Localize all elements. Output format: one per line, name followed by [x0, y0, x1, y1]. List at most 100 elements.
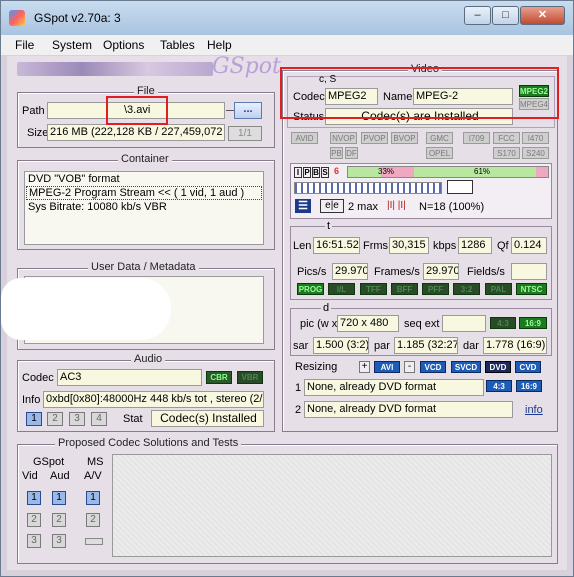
page-indicator[interactable]: 1/1	[228, 126, 262, 141]
vid-solution-2-button[interactable]: 2	[27, 513, 41, 527]
resize-ar-4-3-button[interactable]: 4:3	[486, 380, 512, 392]
fields-field	[511, 263, 547, 280]
container-group-label: Container	[118, 153, 172, 165]
container-line: DVD "VOB" format	[28, 173, 120, 185]
aud-label: Aud	[50, 470, 70, 482]
ar-16-9-indicator: 16:9	[519, 317, 547, 329]
fcc-flag: FCC	[493, 132, 520, 144]
pic-field: 720 x 480	[337, 315, 399, 332]
len-label: Len	[293, 240, 312, 252]
minimize-button[interactable]: –	[464, 6, 491, 25]
menu-system[interactable]: System	[52, 38, 92, 52]
video-highlight-box	[280, 67, 559, 119]
ms-solution-1-button[interactable]: 1	[86, 491, 100, 505]
path-label: Path	[22, 105, 45, 117]
main-panel: GSpot File Path \3.avi ... Size 216 MB (…	[1, 54, 567, 570]
av-label: A/V	[84, 470, 102, 482]
pal-indicator: PAL	[485, 283, 512, 295]
resize-vcd-button[interactable]: VCD	[420, 361, 446, 373]
tff-indicator: TFF	[360, 283, 387, 295]
audio-info-field: 0xbd[0x80]:48000Hz 448 kb/s tot , stereo…	[43, 391, 264, 408]
seq-ext-label: seq ext	[404, 318, 440, 330]
qf-field: 0.124	[511, 237, 547, 254]
e-label-2: e	[333, 200, 339, 211]
resize-1-label: 1	[295, 382, 302, 394]
resize-2-label: 2	[295, 404, 302, 416]
close-button[interactable]: ✕	[520, 6, 565, 25]
pb-flag: PB	[330, 147, 343, 159]
kbps-field: 1286	[458, 237, 492, 254]
ms-solution-2-button[interactable]: 2	[86, 513, 100, 527]
s240-flag: S240	[522, 147, 549, 159]
banner-strip	[17, 62, 213, 76]
resize-svcd-button[interactable]: SVCD	[451, 361, 481, 373]
vid-solution-1-button[interactable]: 1	[27, 491, 41, 505]
sar-label: sar	[293, 340, 309, 352]
pics-label: Pics/s	[297, 266, 327, 278]
audio-stream-2-button[interactable]: 2	[47, 412, 63, 426]
resize-minus-button[interactable]: -	[404, 361, 415, 373]
vid-solution-3-button[interactable]: 3	[27, 534, 41, 548]
solutions-output-box	[112, 454, 552, 557]
frame-type-s: S	[321, 167, 329, 178]
t-label: t	[325, 220, 333, 232]
app-icon	[9, 10, 25, 26]
qf-label: Qf	[497, 240, 509, 252]
audio-stream-4-button[interactable]: 4	[91, 412, 107, 426]
fields-label: Fields/s	[467, 266, 505, 278]
resize-plus-button[interactable]: +	[359, 361, 370, 373]
userdata-group-label: User Data / Metadata	[88, 261, 199, 273]
title-bar[interactable]: GSpot v2.70a: 3 – □ ✕	[1, 1, 573, 35]
nvop-flag: NVOP	[330, 132, 357, 144]
i470-flag: I470	[522, 132, 549, 144]
menu-options[interactable]: Options	[103, 38, 144, 52]
gop-max-label: 2 max	[348, 201, 378, 213]
gspot-label: GSpot	[33, 456, 65, 468]
info-link[interactable]: info	[525, 404, 543, 416]
resize-dvd-button[interactable]: DVD	[485, 361, 511, 373]
resize-2-field: None, already DVD format	[304, 401, 513, 418]
i-indicators: |I| |I|	[387, 200, 406, 211]
aud-solution-2-button[interactable]: 2	[52, 513, 66, 527]
dar-field: 1.778 (16:9)	[483, 337, 547, 354]
len-field: 16:51.52	[313, 237, 360, 254]
s170-flag: S170	[493, 147, 520, 159]
audio-stream-3-button[interactable]: 3	[69, 412, 85, 426]
ms-solution-extra-button[interactable]	[85, 538, 103, 545]
resize-cvd-button[interactable]: CVD	[515, 361, 541, 373]
seq-ext-field	[442, 315, 486, 332]
aud-solution-3-button[interactable]: 3	[52, 534, 66, 548]
gop-structure-icon	[447, 180, 473, 194]
i-label-1: I	[389, 200, 393, 211]
cbr-indicator: CBR	[206, 371, 232, 384]
container-line: Sys Bitrate: 10080 kb/s VBR	[28, 201, 167, 213]
pics-field: 29.970	[332, 263, 368, 280]
menu-tables[interactable]: Tables	[160, 38, 195, 52]
aud-solution-1-button[interactable]: 1	[52, 491, 66, 505]
frame-type-b: B	[312, 167, 320, 178]
menu-help[interactable]: Help	[207, 38, 232, 52]
pulldown-indicator: 3:2	[453, 283, 480, 295]
resize-ar-16-9-button[interactable]: 16:9	[516, 380, 542, 392]
size-label: Size	[27, 127, 49, 139]
resize-1-field: None, already DVD format	[304, 379, 484, 396]
maximize-button[interactable]: □	[492, 6, 519, 25]
frame-type-p: P	[303, 167, 311, 178]
audio-stream-1-button[interactable]: 1	[26, 412, 42, 426]
container-line-selected[interactable]: MPEG-2 Program Stream << ( 1 vid, 1 aud …	[26, 186, 262, 200]
menu-file[interactable]: File	[15, 38, 34, 52]
window-title: GSpot v2.70a: 3	[34, 11, 121, 25]
par-label: par	[374, 340, 390, 352]
gop-n-label: N=18 (100%)	[419, 201, 485, 213]
frames-label: Frames/s	[374, 266, 420, 278]
resize-avi-button[interactable]: AVI	[374, 361, 400, 373]
proposed-group-label: Proposed Codec Solutions and Tests	[55, 437, 242, 449]
menu-bar: File System Options Tables Help	[1, 35, 573, 55]
audio-stat-field: Codec(s) Installed	[151, 410, 264, 427]
e-label-1: e	[325, 200, 331, 211]
browse-button[interactable]: ...	[234, 102, 262, 119]
bff-indicator: BFF	[391, 283, 418, 295]
kbps-label: kbps	[433, 240, 457, 252]
audio-codec-field: AC3	[57, 369, 202, 386]
dar-label: dar	[463, 340, 479, 352]
